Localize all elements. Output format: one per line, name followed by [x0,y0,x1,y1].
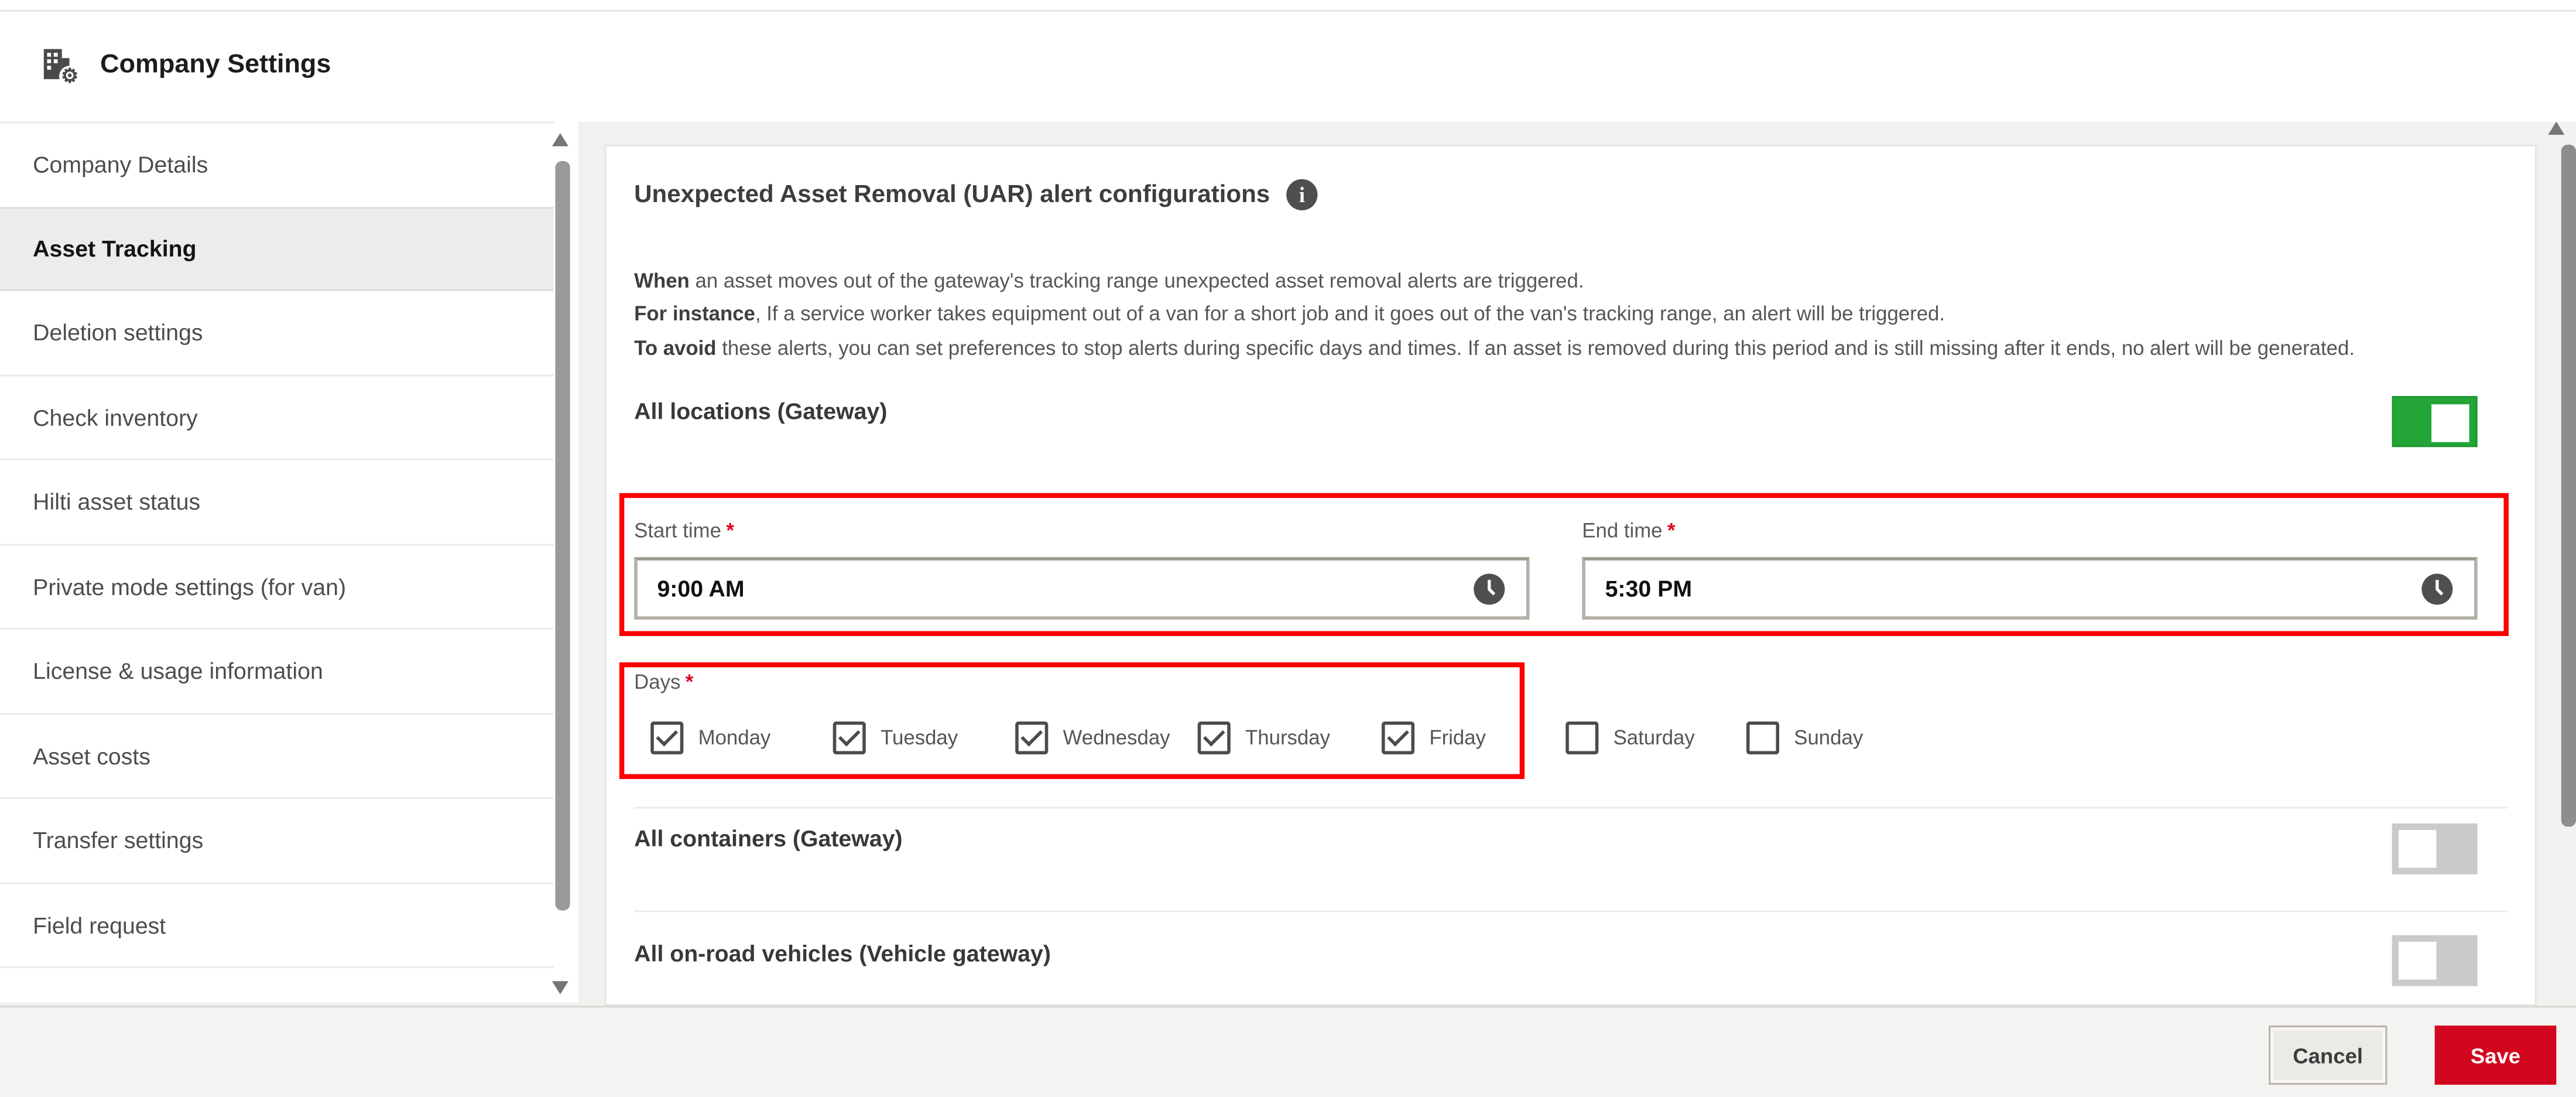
day-label: Sunday [1794,726,1864,750]
day-checkbox-sunday[interactable]: Sunday [1746,721,1864,755]
checkbox[interactable] [1197,721,1231,755]
sidebar-item-company-details[interactable]: Company Details [0,123,554,208]
page-title: Company Settings [100,50,331,79]
sidebar-item-label: License & usage information [33,658,323,685]
all-locations-label: All locations (Gateway) [634,398,888,424]
start-time-input[interactable]: 9:00 AM [634,557,1530,620]
sidebar-item-asset-costs[interactable]: Asset costs [0,714,554,799]
top-divider [0,9,2576,12]
sidebar-item-label: Company Details [33,151,208,178]
sidebar-item-label: Transfer settings [33,827,204,854]
clock-icon[interactable] [1472,571,1506,606]
all-on-road-vehicles-toggle[interactable] [2392,935,2478,986]
settings-sidebar: Company Details Asset Tracking Deletion … [0,121,578,1003]
day-label: Wednesday [1063,726,1170,750]
start-time-label: Start time * [634,519,734,543]
end-time-value: 5:30 PM [1605,575,1693,602]
checkbox[interactable] [833,721,866,755]
required-asterisk: * [685,670,694,694]
page-scroll-up-icon[interactable] [2548,121,2565,135]
description-line: For instance, If a service worker takes … [634,303,1945,326]
action-footer: Cancel Save [0,1006,2576,1097]
uar-settings-panel: Unexpected Asset Removal (UAR) alert con… [604,144,2537,1006]
sidebar-item-deletion-settings[interactable]: Deletion settings [0,291,554,376]
all-on-road-vehicles-label: All on-road vehicles (Vehicle gateway) [634,940,1051,966]
all-locations-toggle[interactable] [2392,396,2478,447]
day-label: Tuesday [881,726,958,750]
all-containers-label: All containers (Gateway) [634,825,903,852]
sidebar-item-label: Asset Tracking [33,235,197,262]
sidebar-item-asset-tracking[interactable]: Asset Tracking [0,206,554,291]
panel-heading-row: Unexpected Asset Removal (UAR) alert con… [634,179,1318,211]
sidebar-item-license-usage[interactable]: License & usage information [0,629,554,715]
start-time-value: 9:00 AM [657,575,745,602]
sidebar-item-label: Check inventory [33,404,198,430]
sidebar-item-label: Deletion settings [33,319,203,346]
row-divider [634,806,2508,809]
uar-description: When an asset moves out of the gateway's… [634,265,2355,365]
checkbox[interactable] [1381,721,1415,755]
day-checkbox-friday[interactable]: Friday [1381,721,1486,755]
sidebar-item-label: Hilti asset status [33,488,201,515]
sidebar-item-label: Private mode settings (for van) [33,573,347,600]
sidebar-item-label: Field request [33,911,166,938]
company-settings-page: ⚙ Company Settings Company Details Asset… [0,0,2576,1097]
clock-icon[interactable] [2420,571,2454,606]
all-containers-toggle[interactable] [2392,823,2478,874]
checkbox[interactable] [1746,721,1780,755]
description-line: To avoid these alerts, you can set prefe… [634,336,2355,360]
annotation-box-days [619,662,1525,780]
end-time-input[interactable]: 5:30 PM [1582,557,2478,620]
day-checkbox-wednesday[interactable]: Wednesday [1015,721,1170,755]
company-settings-icon: ⚙ [38,46,81,87]
sidebar-scrollbar-thumb[interactable] [555,160,570,911]
info-icon[interactable]: i [1286,179,1318,211]
days-label: Days * [634,670,694,694]
sidebar-item-transfer-settings[interactable]: Transfer settings [0,798,554,884]
end-time-label: End time * [1582,519,1676,543]
gear-icon: ⚙ [59,65,81,87]
sidebar-item-field-request[interactable]: Field request [0,883,554,968]
sidebar-list: Company Details Asset Tracking Deletion … [0,121,554,968]
description-line: When an asset moves out of the gateway's… [634,269,1584,293]
sidebar-scroll-down-icon[interactable] [551,981,568,995]
toggle-knob [2431,404,2469,442]
checkbox[interactable] [1015,721,1049,755]
checkbox[interactable] [650,721,684,755]
checkbox[interactable] [1566,721,1599,755]
day-checkbox-tuesday[interactable]: Tuesday [833,721,958,755]
required-asterisk: * [1667,519,1676,543]
sidebar-item-check-inventory[interactable]: Check inventory [0,375,554,460]
toggle-knob [2398,941,2437,980]
cancel-button[interactable]: Cancel [2269,1026,2387,1085]
row-divider [634,910,2508,913]
save-button[interactable]: Save [2434,1026,2557,1085]
day-label: Thursday [1245,726,1330,750]
day-label: Saturday [1613,726,1695,750]
sidebar-item-private-mode-settings[interactable]: Private mode settings (for van) [0,545,554,630]
day-label: Friday [1429,726,1486,750]
sidebar-scroll-up-icon[interactable] [551,133,568,146]
sidebar-item-label: Asset costs [33,742,151,769]
sidebar-item-hilti-asset-status[interactable]: Hilti asset status [0,460,554,545]
toggle-knob [2398,830,2437,868]
required-asterisk: * [726,519,734,543]
day-label: Monday [698,726,771,750]
day-checkbox-thursday[interactable]: Thursday [1197,721,1330,755]
page-scrollbar-thumb[interactable] [2561,144,2576,827]
day-checkbox-saturday[interactable]: Saturday [1566,721,1695,755]
panel-heading: Unexpected Asset Removal (UAR) alert con… [634,180,1270,209]
day-checkbox-monday[interactable]: Monday [650,721,771,755]
